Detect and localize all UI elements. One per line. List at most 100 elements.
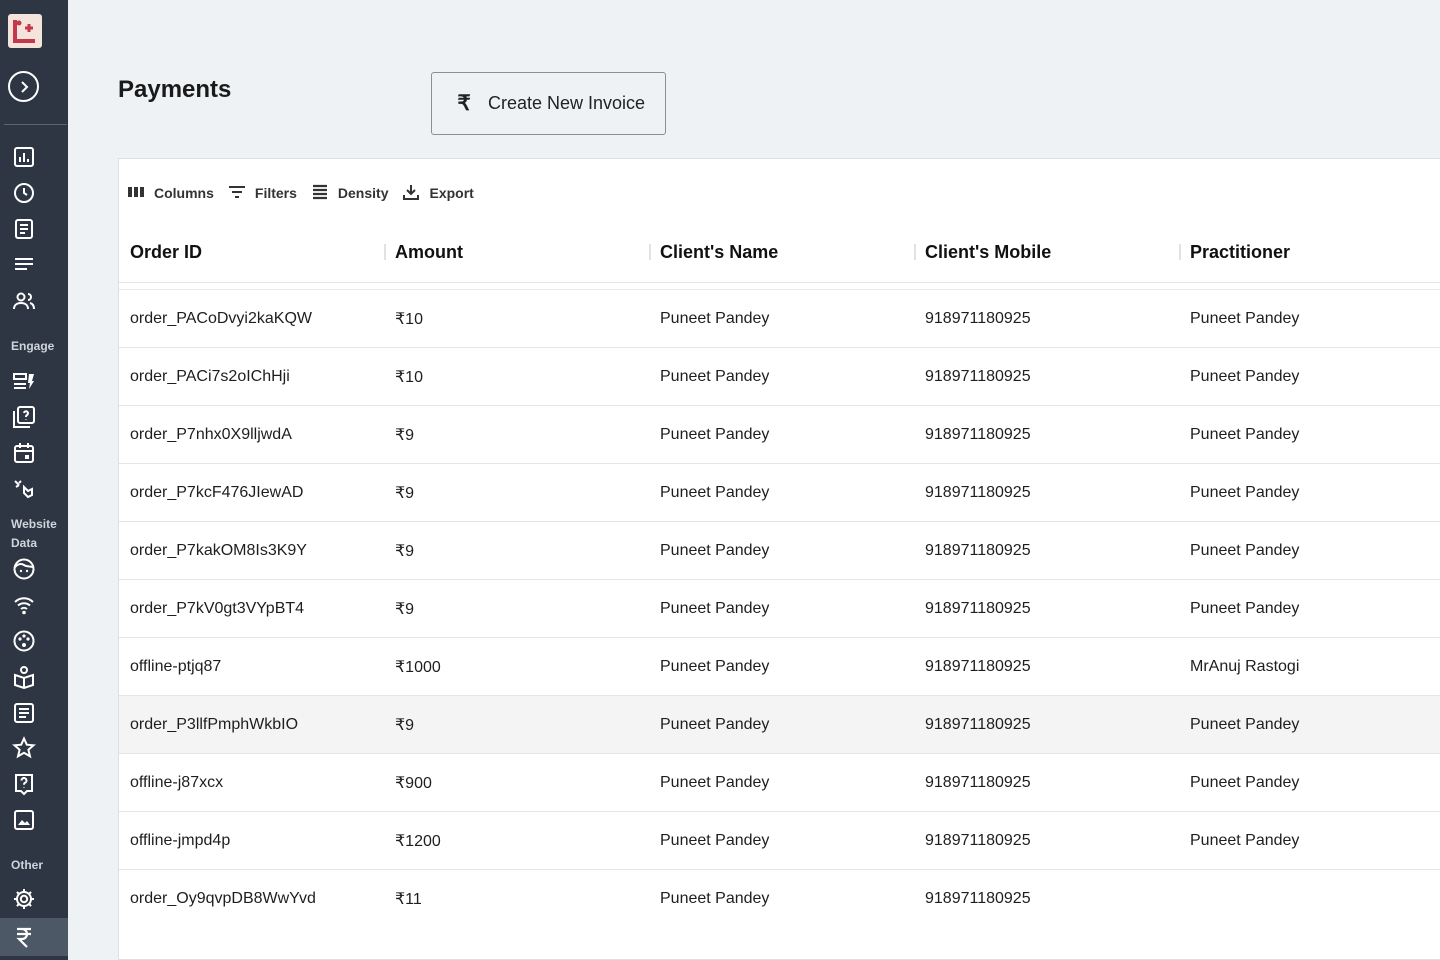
table-body: order_PACoDvyi2kaKQW ₹10 Puneet Pandey 9189… — [119, 289, 1440, 913]
history-icon[interactable] — [11, 180, 37, 206]
sidebar: Engage Website Data Other — [0, 0, 68, 960]
download-icon — [402, 183, 420, 204]
sidebar-section-other: Other — [11, 858, 44, 872]
calendar-icon[interactable] — [11, 440, 37, 466]
column-separator[interactable] — [649, 244, 651, 260]
column-header-clients-name[interactable]: Client's Name — [660, 221, 778, 283]
gear-icon[interactable] — [11, 886, 37, 912]
star-icon[interactable] — [11, 735, 37, 761]
client-name-cell: Puneet Pandey — [660, 832, 770, 849]
density-label: Density — [337, 185, 389, 201]
client-name-cell: Puneet Pandey — [660, 600, 770, 617]
columns-icon — [127, 183, 145, 204]
client-name-cell: Puneet Pandey — [660, 658, 770, 675]
table-row[interactable]: order_P7kakOM8Is3K9Y ₹9 Puneet Pandey 91897… — [119, 522, 1440, 580]
order-id-cell: order_P7kV0gt3VYpBT4 — [130, 600, 305, 617]
column-separator[interactable] — [384, 244, 386, 260]
list-icon[interactable] — [11, 252, 37, 278]
table-row[interactable]: order_PACi7s2oIChHji ₹10 Puneet Pandey 9189… — [119, 348, 1440, 406]
amount-cell: ₹900 — [395, 775, 432, 792]
client-name-cell: Puneet Pandey — [660, 542, 770, 559]
columns-button[interactable]: Columns — [127, 183, 214, 204]
client-name-cell: Puneet Pandey — [660, 310, 770, 327]
face-icon[interactable] — [11, 556, 37, 582]
table-row[interactable]: order_P7nhx0X9lljwdA ₹9 Puneet Pandey 91897… — [119, 406, 1440, 464]
client-mobile-cell: 918971180925 — [925, 716, 1031, 733]
client-name-cell: Puneet Pandey — [660, 426, 770, 443]
practitioner-cell: MrAnuj Rastogi — [1190, 658, 1300, 675]
article-icon[interactable] — [11, 700, 37, 726]
table-row[interactable]: order_P7kV0gt3VYpBT4 ₹9 Puneet Pandey 91897… — [119, 580, 1440, 638]
column-separator[interactable] — [914, 244, 916, 260]
client-mobile-cell: 918971180925 — [925, 368, 1031, 385]
order-id-cell: order_P7kcF476JIewAD — [130, 484, 304, 501]
table-row[interactable]: order_P3llfPmphWkbIO ₹9 Puneet Pandey 91897… — [119, 696, 1440, 754]
filters-label: Filters — [254, 185, 297, 201]
help-icon[interactable] — [11, 771, 37, 797]
practitioner-cell: Puneet Pandey — [1190, 600, 1300, 617]
analytics-icon[interactable] — [11, 144, 37, 170]
amount-cell: ₹11 — [395, 891, 422, 908]
rupee-icon — [11, 924, 37, 950]
table-header: Order ID Amount Client's Name Client's M… — [119, 221, 1440, 283]
amount-cell: ₹10 — [395, 311, 423, 328]
client-mobile-cell: 918971180925 — [925, 658, 1031, 675]
filters-button[interactable]: Filters — [228, 183, 297, 204]
notes-icon[interactable] — [11, 216, 37, 242]
amount-cell: ₹9 — [395, 485, 415, 502]
table-row[interactable]: offline-j87xcx ₹900 Puneet Pandey 918971180… — [119, 754, 1440, 812]
image-icon[interactable] — [11, 807, 37, 833]
reading-icon[interactable] — [11, 664, 37, 690]
client-mobile-cell: 918971180925 — [925, 774, 1031, 791]
table-row[interactable]: offline-jmpd4p ₹1200 Puneet Pandey 91897118… — [119, 812, 1440, 870]
table-row[interactable]: order_P7kcF476JIewAD ₹9 Puneet Pandey 91897… — [119, 464, 1440, 522]
client-mobile-cell: 918971180925 — [925, 426, 1031, 443]
column-separator[interactable] — [1179, 244, 1181, 260]
export-label: Export — [429, 185, 474, 201]
create-new-invoice-button[interactable]: ₹ Create New Invoice — [431, 72, 666, 135]
quiz-icon[interactable] — [11, 404, 37, 430]
client-mobile-cell: 918971180925 — [925, 310, 1031, 327]
amount-cell: ₹1200 — [395, 833, 441, 850]
practitioner-cell: Puneet Pandey — [1190, 426, 1300, 443]
users-icon[interactable] — [11, 288, 37, 314]
client-mobile-cell: 918971180925 — [925, 484, 1031, 501]
wifi-icon[interactable] — [11, 592, 37, 618]
table-row[interactable]: order_PACoDvyi2kaKQW ₹10 Puneet Pandey 9189… — [119, 290, 1440, 348]
payments-grid: Columns Filters Density Export Order ID … — [118, 158, 1440, 960]
integrations-icon[interactable] — [11, 476, 37, 502]
practitioner-cell: Puneet Pandey — [1190, 716, 1300, 733]
client-name-cell: Puneet Pandey — [660, 774, 770, 791]
chevron-right-circle-icon[interactable] — [8, 71, 39, 102]
sidebar-item-payments[interactable] — [0, 918, 68, 956]
sidebar-divider — [4, 124, 67, 125]
column-header-amount[interactable]: Amount — [395, 221, 463, 283]
client-mobile-cell: 918971180925 — [925, 890, 1031, 907]
table-row[interactable]: offline-ptjq87 ₹1000 Puneet Pandey 91897118… — [119, 638, 1440, 696]
amount-cell: ₹1000 — [395, 659, 441, 676]
density-button[interactable]: Density — [311, 183, 389, 204]
practitioner-cell: Puneet Pandey — [1190, 368, 1300, 385]
practitioner-cell: Puneet Pandey — [1190, 542, 1300, 559]
brand-logo-icon[interactable] — [8, 14, 42, 48]
campaign-icon[interactable] — [11, 368, 37, 394]
sidebar-section-engage: Engage — [11, 339, 55, 353]
order-id-cell: order_P7kakOM8Is3K9Y — [130, 542, 307, 559]
order-id-cell: order_Oy9qvpDB8WwYvd — [130, 890, 316, 907]
rupee-icon: ₹ — [457, 92, 471, 115]
practitioner-cell: Puneet Pandey — [1190, 484, 1300, 501]
palette-icon[interactable] — [11, 628, 37, 654]
amount-cell: ₹10 — [395, 369, 423, 386]
column-header-practitioner[interactable]: Practitioner — [1190, 221, 1290, 283]
export-button[interactable]: Export — [402, 183, 474, 204]
practitioner-cell: Puneet Pandey — [1190, 774, 1300, 791]
amount-cell: ₹9 — [395, 543, 415, 560]
table-row[interactable]: order_Oy9qvpDB8WwYvd ₹11 Puneet Pandey 9189… — [119, 870, 1440, 913]
column-header-order-id[interactable]: Order ID — [130, 221, 202, 283]
amount-cell: ₹9 — [395, 601, 415, 618]
column-header-clients-mobile[interactable]: Client's Mobile — [925, 221, 1051, 283]
client-mobile-cell: 918971180925 — [925, 600, 1031, 617]
order-id-cell: order_PACi7s2oIChHji — [130, 368, 290, 385]
sidebar-section-website-data: Website Data — [11, 517, 57, 550]
page-title: Payments — [118, 76, 232, 103]
